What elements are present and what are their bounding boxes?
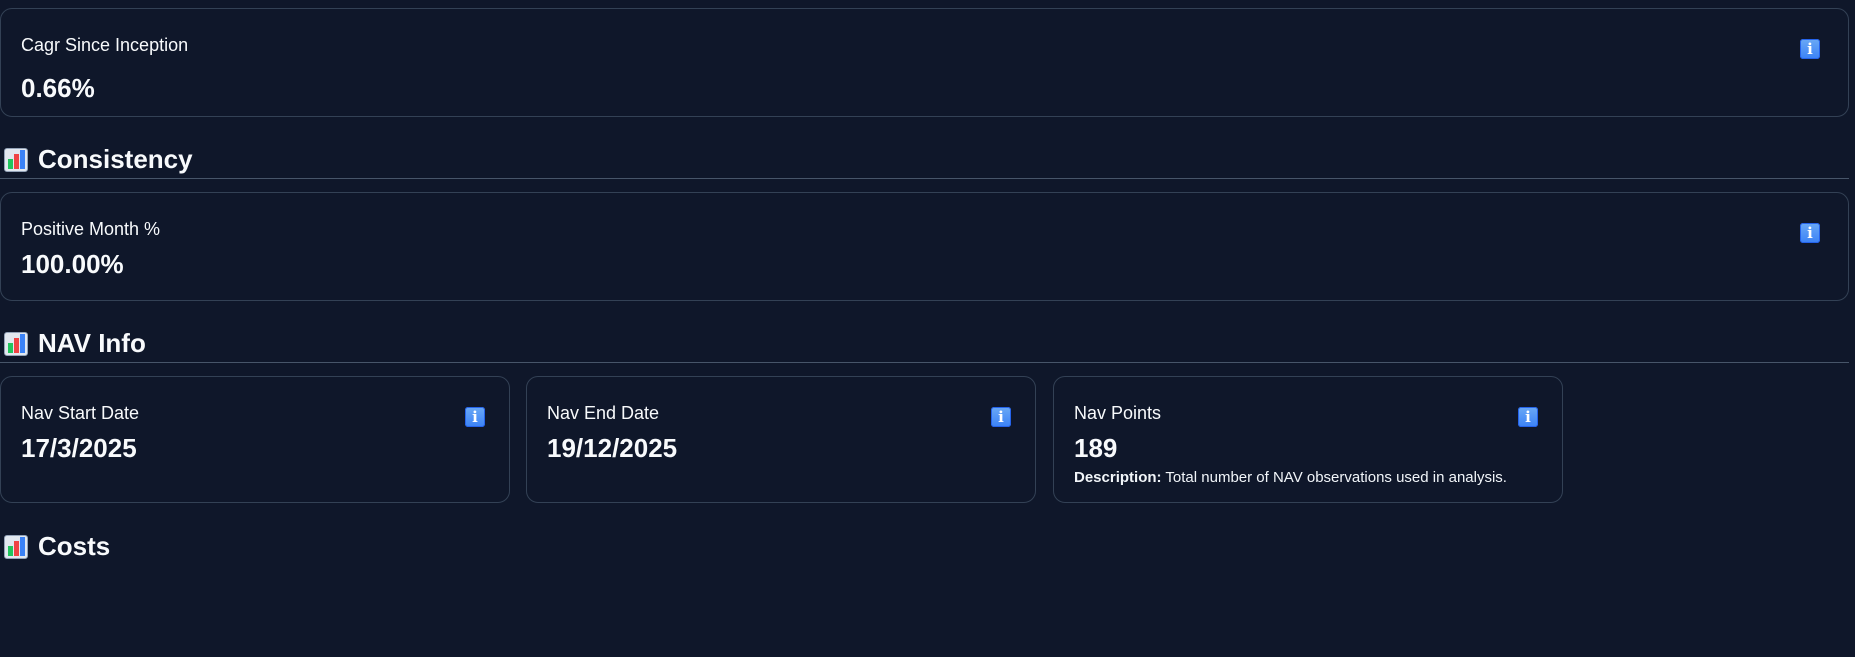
section-title-costs: Costs — [38, 531, 111, 561]
bar-chart-icon — [4, 147, 28, 172]
info-icon[interactable]: i — [1800, 223, 1820, 243]
metrics-page: Cagr Since Inception 0.66% i Consistency… — [0, 0, 1855, 657]
section-costs: Costs — [4, 531, 110, 562]
description-text: Total number of NAV observations used in… — [1161, 469, 1507, 486]
section-title-nav-info: NAV Info — [38, 328, 146, 358]
section-title-consistency: Consistency — [38, 144, 193, 174]
cagr-label: Cagr Since Inception — [21, 35, 189, 55]
cagr-value: 0.66% — [21, 73, 95, 103]
info-icon[interactable]: i — [991, 407, 1011, 427]
nav-end-date-label: Nav End Date — [547, 403, 660, 423]
info-icon[interactable]: i — [1800, 39, 1820, 59]
bar-chart-icon — [4, 331, 28, 356]
description-label: Description: — [1074, 469, 1162, 486]
nav-start-date-label: Nav Start Date — [21, 403, 140, 423]
nav-end-date-value: 19/12/2025 — [547, 433, 678, 463]
section-consistency: Consistency — [4, 144, 193, 175]
divider — [0, 362, 1849, 363]
nav-points-label: Nav Points — [1074, 403, 1162, 423]
nav-start-date-value: 17/3/2025 — [21, 433, 137, 463]
nav-points-description: Description: Total number of NAV observa… — [1074, 469, 1507, 486]
info-icon[interactable]: i — [465, 407, 485, 427]
nav-end-date-card: Nav End Date 19/12/2025 i — [526, 376, 1036, 503]
section-nav-info: NAV Info — [4, 328, 146, 359]
bar-chart-icon — [4, 534, 28, 559]
divider — [0, 178, 1849, 179]
nav-points-value: 189 — [1074, 433, 1118, 463]
nav-start-date-card: Nav Start Date 17/3/2025 i — [0, 376, 510, 503]
positive-month-label: Positive Month % — [21, 219, 161, 239]
positive-month-value: 100.00% — [21, 249, 124, 279]
nav-points-card: Nav Points 189 Description: Total number… — [1053, 376, 1563, 503]
info-icon[interactable]: i — [1518, 407, 1538, 427]
cagr-card: Cagr Since Inception 0.66% i — [0, 8, 1849, 117]
positive-month-card: Positive Month % 100.00% i — [0, 192, 1849, 301]
